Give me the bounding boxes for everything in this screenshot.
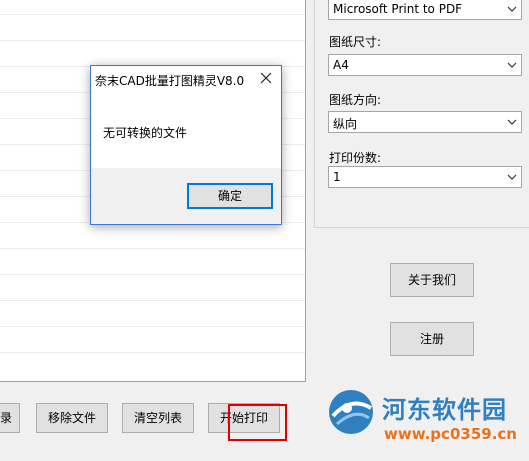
paper-size-value: A4 — [333, 58, 349, 72]
paper-size-label: 图纸尺寸: — [329, 35, 382, 49]
orientation-value: 纵向 — [333, 117, 358, 131]
highlight-annotation — [228, 404, 287, 441]
copies-label: 打印份数: — [329, 151, 382, 165]
orientation-label: 图纸方向: — [329, 93, 382, 107]
remove-files-button[interactable]: 移除文件 — [36, 403, 108, 433]
list-row — [0, 326, 305, 327]
chevron-down-icon — [507, 62, 517, 68]
copies-select[interactable]: 1 — [328, 166, 522, 188]
dialog-title: 奈末CAD批量打图精灵V8.0 — [95, 74, 245, 88]
paper-size-select[interactable]: A4 — [328, 54, 522, 76]
copies-value: 1 — [333, 170, 341, 184]
list-row — [0, 14, 305, 15]
orientation-select[interactable]: 纵向 — [328, 111, 522, 133]
register-button[interactable]: 注册 — [390, 322, 474, 356]
printer-select-value: Microsoft Print to PDF — [333, 2, 463, 16]
list-row — [0, 352, 305, 353]
message-dialog: 奈末CAD批量打图精灵V8.0 无可转换的文件 确定 — [90, 65, 282, 225]
watermark-logo-icon — [329, 390, 373, 434]
dialog-message: 无可转换的文件 — [103, 126, 188, 140]
printer-select[interactable]: Microsoft Print to PDF — [328, 0, 522, 20]
print-settings-panel: Microsoft Print to PDF 图纸尺寸: A4 图纸方向: 纵向… — [314, 0, 529, 228]
chevron-down-icon — [507, 6, 517, 12]
chevron-down-icon — [507, 119, 517, 125]
close-icon[interactable] — [259, 71, 273, 85]
list-row — [0, 274, 305, 275]
about-us-button[interactable]: 关于我们 — [390, 263, 474, 297]
list-row — [0, 40, 305, 41]
dialog-footer: 确定 — [91, 168, 281, 224]
clear-list-button[interactable]: 清空列表 — [122, 403, 194, 433]
watermark-url: www.pc0359.cn — [384, 425, 517, 443]
watermark-title: 河东软件园 — [382, 396, 507, 424]
list-row — [0, 300, 305, 301]
chevron-down-icon — [507, 174, 517, 180]
list-row — [0, 248, 305, 249]
add-directory-button[interactable]: 录 — [0, 403, 20, 433]
ok-button[interactable]: 确定 — [187, 183, 273, 209]
